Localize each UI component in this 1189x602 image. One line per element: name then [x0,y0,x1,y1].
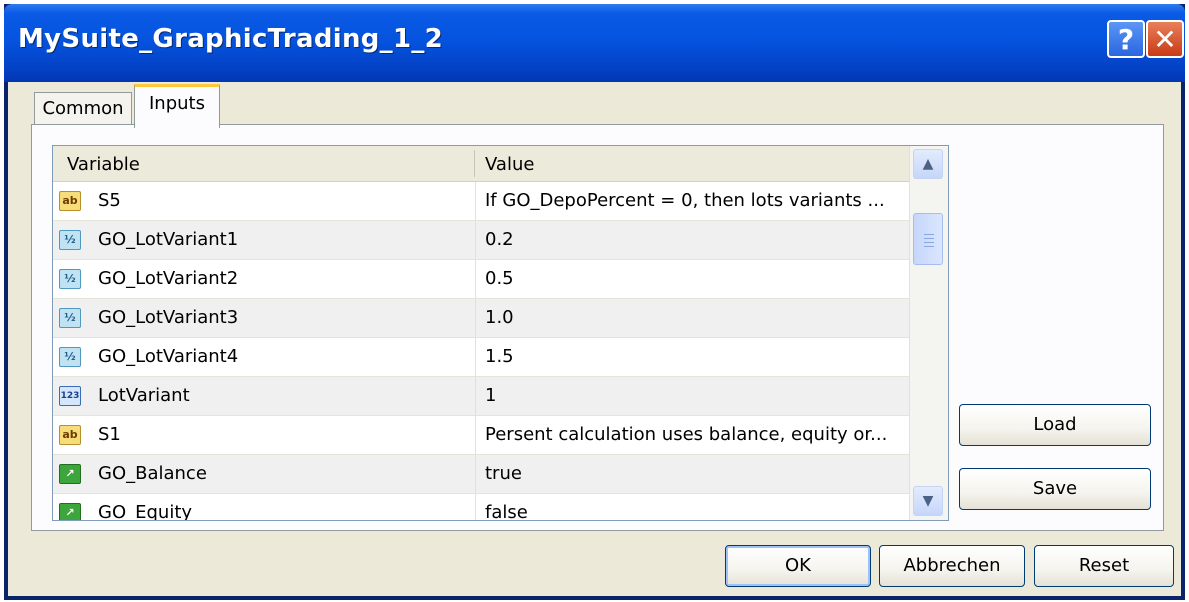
variable-value[interactable]: Persent calculation uses balance, equity… [485,416,887,454]
double-icon: ½ [59,308,81,328]
table-row[interactable]: ab S1 Persent calculation uses balance, … [53,416,909,455]
dialog-body: Common Inputs Variable Value ab S5 If GO… [8,82,1181,596]
bool-icon: ↗ [59,464,81,484]
variable-value[interactable]: 1.0 [485,299,514,337]
variable-name: S1 [98,424,121,445]
window-title: MySuite_GraphicTrading_1_2 [18,24,444,54]
variable-name: GO_Equity [98,502,193,521]
table-row[interactable]: ↗ GO_Equity false [53,494,909,521]
table-row[interactable]: ½ GO_LotVariant1 0.2 [53,221,909,260]
variable-name: GO_LotVariant1 [98,229,239,250]
column-header-variable[interactable]: Variable [67,146,140,181]
variable-name: LotVariant [98,385,190,406]
vertical-scrollbar[interactable]: ▲ ▼ [909,146,948,520]
table-row[interactable]: ½ GO_LotVariant2 0.5 [53,260,909,299]
table-row[interactable]: ½ GO_LotVariant4 1.5 [53,338,909,377]
dialog-window: MySuite_GraphicTrading_1_2 ? ✕ Common In… [4,4,1185,600]
scroll-down-icon[interactable]: ▼ [913,486,943,516]
title-bar[interactable]: MySuite_GraphicTrading_1_2 ? ✕ [4,4,1185,82]
reset-button[interactable]: Reset [1034,545,1174,587]
tab-common[interactable]: Common [34,92,132,125]
double-icon: ½ [59,347,81,367]
table-row[interactable]: ½ GO_LotVariant3 1.0 [53,299,909,338]
tab-inputs[interactable]: Inputs [134,84,220,128]
header-divider[interactable] [474,150,475,177]
variable-value[interactable]: 0.2 [485,221,514,259]
string-icon: ab [59,191,81,211]
table-row[interactable]: ↗ GO_Balance true [53,455,909,494]
variable-value[interactable]: 1.5 [485,338,514,376]
scroll-up-icon[interactable]: ▲ [913,149,943,179]
column-header-value[interactable]: Value [485,146,534,181]
table-header: Variable Value [53,146,909,182]
variable-name: GO_LotVariant3 [98,307,239,328]
cancel-button[interactable]: Abbrechen [879,545,1025,587]
variable-value[interactable]: 1 [485,377,496,415]
variable-name: GO_Balance [98,463,207,484]
inputs-panel: Variable Value ab S5 If GO_DepoPercent =… [31,124,1164,531]
double-icon: ½ [59,230,81,250]
variable-name: S5 [98,190,121,211]
variable-value[interactable]: false [485,494,528,520]
bool-icon: ↗ [59,503,81,520]
scroll-thumb[interactable] [913,213,943,265]
inputs-table: Variable Value ab S5 If GO_DepoPercent =… [52,145,949,521]
variable-value[interactable]: If GO_DepoPercent = 0, then lots variant… [485,182,885,220]
variable-value[interactable]: 0.5 [485,260,514,298]
variable-name: GO_LotVariant4 [98,346,239,367]
save-button[interactable]: Save [959,468,1151,510]
variable-name: GO_LotVariant2 [98,268,239,289]
ok-button[interactable]: OK [725,545,871,587]
string-icon: ab [59,425,81,445]
table-row[interactable]: 123 LotVariant 1 [53,377,909,416]
double-icon: ½ [59,269,81,289]
integer-icon: 123 [59,386,81,406]
load-button[interactable]: Load [959,404,1151,446]
help-button[interactable]: ? [1107,20,1145,58]
variable-value[interactable]: true [485,455,522,493]
close-button[interactable]: ✕ [1146,20,1184,58]
table-row[interactable]: ab S5 If GO_DepoPercent = 0, then lots v… [53,182,909,221]
